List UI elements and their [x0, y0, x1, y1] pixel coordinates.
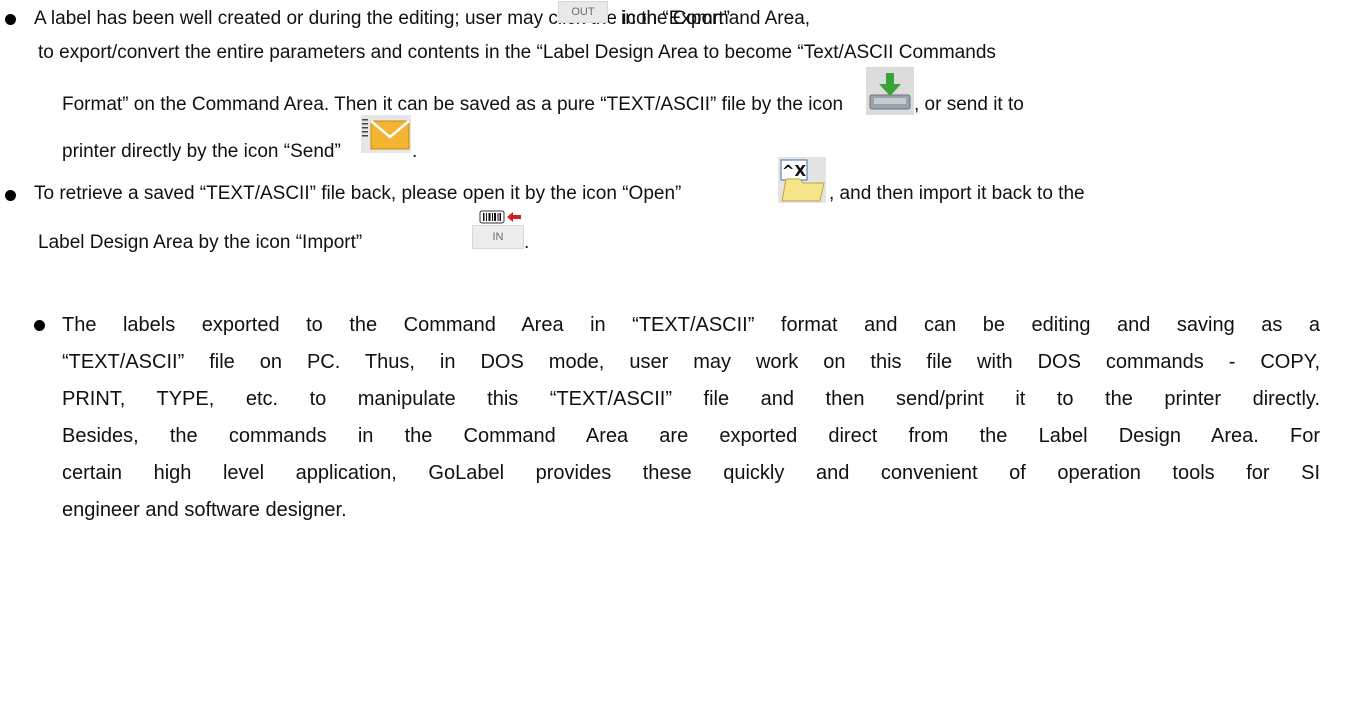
bullet3-line: Besides, the commands in the Command Are…	[62, 425, 1320, 447]
bullet2-line2-tail: .	[524, 232, 530, 253]
bullet3-line: certain high level application, GoLabel …	[62, 462, 1320, 484]
import-barcode-arrow-icon	[479, 208, 523, 224]
bullet-point	[5, 190, 16, 201]
bullet1-line3-tail: , or send it to	[914, 94, 1024, 115]
export-icon-label: OUT	[571, 6, 595, 18]
open-folder-icon: ^X	[778, 157, 826, 203]
bullet1-line3-text: Format” on the Command Area. Then it can…	[62, 94, 844, 115]
bullet1-line4-tail: .	[412, 141, 418, 162]
bullet3-line: The labels exported to the Command Area …	[62, 314, 1320, 336]
bullet1-line1-tail: in the Command Area,	[621, 8, 811, 29]
bullet2-line1-text: To retrieve a saved “TEXT/ASCII” file ba…	[34, 183, 682, 204]
bullet2-line1-tail: , and then import it back to the	[829, 183, 1085, 204]
save-disk-icon	[866, 67, 914, 115]
bullet3-line: PRINT, TYPE, etc. to manipulate this “TE…	[62, 388, 1320, 410]
import-in-icon: IN	[472, 225, 524, 249]
bullet1-line4-text: printer directly by the icon “Send”	[62, 141, 341, 162]
export-out-icon: OUT	[558, 1, 608, 23]
bullet-point	[5, 14, 16, 25]
bullet3-paragraph: The labels exported to the Command Area …	[62, 307, 1320, 529]
import-icon-label: IN	[492, 231, 504, 243]
bullet2-line2-text: Label Design Area by the icon “Import”	[38, 232, 363, 253]
bullet1-line2-text: to export/convert the entire parameters …	[38, 42, 996, 63]
bullet-point	[34, 320, 45, 331]
send-envelope-icon	[361, 115, 411, 153]
bullet3-line: engineer and software designer.	[62, 499, 347, 521]
bullet3-line: “TEXT/ASCII” file on PC. Thus, in DOS mo…	[62, 351, 1320, 373]
svg-text:^X: ^X	[782, 162, 807, 180]
